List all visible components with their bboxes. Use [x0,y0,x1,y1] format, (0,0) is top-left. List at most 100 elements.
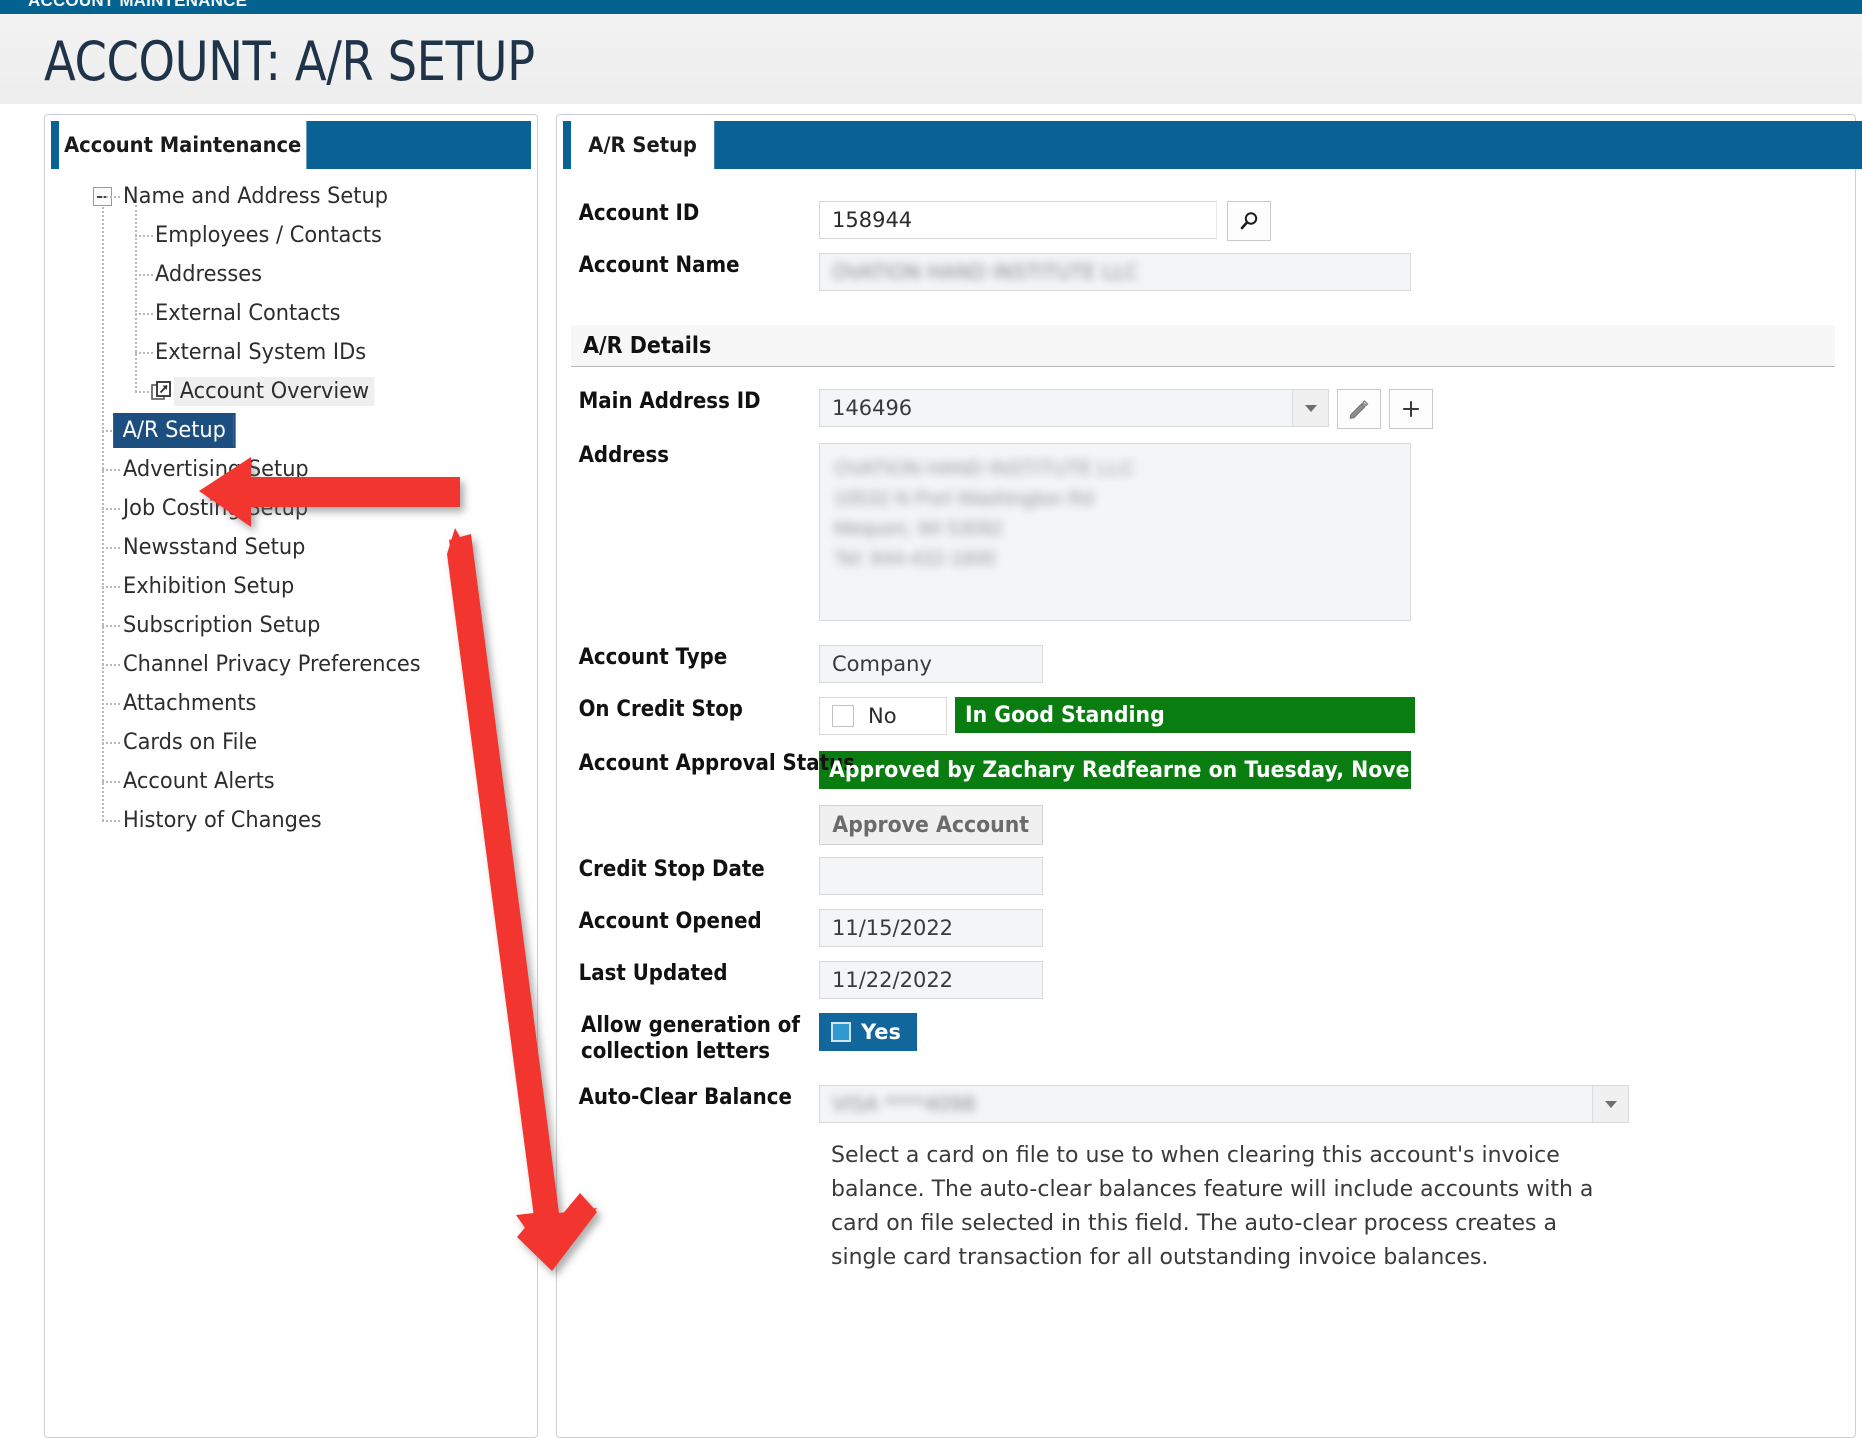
tree-guide-stub [102,625,120,627]
auto-clear-balance-label: Auto-Clear Balance [578,1085,792,1110]
edit-address-button[interactable] [1337,389,1381,429]
checkbox-icon [832,705,854,727]
account-name-row: Account Name OVATION HAND INSTITUTE LLC [557,253,1411,291]
app-top-bar-text: ACCOUNT MAINTENANCE [28,0,248,10]
account-approval-status-badge: Approved by Zachary Redfearne on Tuesday… [819,751,1411,789]
approve-account-button[interactable]: Approve Account [819,805,1043,845]
sidebar-item-label: A/R Setup [113,413,236,448]
add-address-button[interactable] [1389,389,1433,429]
sidebar-item-subscription-setup[interactable]: Subscription Setup [45,606,537,645]
allow-collection-letters-label-line2: collection letters [581,1039,771,1064]
external-link-icon [151,381,173,401]
account-approval-status-row: Account Approval Status Approved by Zach… [557,751,1411,789]
sidebar-item-exhibition-setup[interactable]: Exhibition Setup [45,567,537,606]
sidebar-item-label: Employees / Contacts [155,223,382,248]
sidebar-item-label: Cards on File [123,730,258,755]
address-label: Address [578,443,670,468]
last-updated-row: Last Updated 11/22/2022 [557,961,1043,999]
auto-clear-balance-help-text: Select a card on file to use to when cle… [831,1143,1594,1270]
sidebar-item-newsstand-setup[interactable]: Newsstand Setup [45,528,537,567]
tab-ar-setup[interactable]: A/R Setup [571,121,715,169]
account-type-input: Company [819,645,1043,683]
sidebar-item-label: Newsstand Setup [123,535,306,560]
sidebar-item-label: External Contacts [155,301,341,326]
left-panel-tabstrip: Account Maintenance [51,121,531,169]
account-type-label: Account Type [578,645,728,670]
on-credit-stop-row: On Credit Stop No In Good Standing [557,697,1415,735]
allow-collection-letters-label: Allow generation of collection letters [557,1013,819,1065]
account-id-input[interactable]: 158944 [819,201,1217,239]
search-icon [1240,212,1258,230]
address-row: Address OVATION HAND INSTITUTE LLC 10532 … [557,443,1411,621]
sidebar-item-label: Advertising Setup [123,457,309,482]
auto-clear-balance-row: Auto-Clear Balance VISA ****4098 [557,1085,1629,1123]
tree-guide-stub [102,469,120,471]
tree-guide-stub [102,586,120,588]
sidebar-item-job-costing-setup[interactable]: Job Costing Setup [45,489,537,528]
ar-setup-panel: A/R Setup Account ID 158944 Account Name… [556,114,1862,1438]
sidebar-item-label: Attachments [123,691,257,716]
account-maintenance-tree: Name and Address Setup Employees / Contac… [45,177,537,840]
ar-details-section-title: A/R Details [583,332,712,359]
sidebar-item-a-r-setup[interactable]: A/R Setup [45,411,537,450]
plus-icon [1403,401,1419,417]
sidebar-item-name-and-address-setup[interactable]: Name and Address Setup [45,177,537,216]
sidebar-item-label: External System IDs [155,340,367,365]
address-line: Tel: 844-432-1600 [834,548,996,570]
on-credit-stop-checkbox[interactable]: No [819,697,947,735]
tree-guide-stub [135,313,153,315]
sidebar-item-cards-on-file[interactable]: Cards on File [45,723,537,762]
main-address-id-label: Main Address ID [578,389,761,414]
address-line: 10532 N Port Washington Rd [834,488,1094,510]
app-top-bar: ACCOUNT MAINTENANCE [0,0,1862,14]
sidebar-item-history-of-changes[interactable]: History of Changes [45,801,537,840]
credit-stop-date-label: Credit Stop Date [578,857,765,882]
tree-guide-stub [135,352,153,354]
credit-stop-date-input[interactable] [819,857,1043,895]
allow-collection-letters-toggle[interactable]: Yes [819,1013,917,1051]
main-address-id-row: Main Address ID 146496 [557,389,1433,429]
account-id-row: Account ID 158944 [557,201,1271,241]
account-type-row: Account Type Company [557,645,1043,683]
page-header: ACCOUNT: A/R SETUP [0,14,1862,104]
tree-guide-stub [102,196,120,198]
address-textarea[interactable]: OVATION HAND INSTITUTE LLC 10532 N Port W… [819,443,1411,621]
sidebar-item-addresses[interactable]: Addresses [45,255,537,294]
address-lines: OVATION HAND INSTITUTE LLC 10532 N Port W… [834,454,1396,574]
account-name-input: OVATION HAND INSTITUTE LLC [819,253,1411,291]
sidebar-item-external-contacts[interactable]: External Contacts [45,294,537,333]
sidebar-item-label: Addresses [155,262,262,287]
sidebar-item-external-system-ids[interactable]: External System IDs [45,333,537,372]
allow-collection-letters-row: Allow generation of collection letters Y… [557,1013,917,1065]
auto-clear-balance-select[interactable]: VISA ****4098 [819,1085,1629,1123]
sidebar-item-label: Account Overview [174,377,375,406]
sidebar-item-label: Name and Address Setup [123,184,388,209]
sidebar-item-account-overview[interactable]: Account Overview [45,372,537,411]
account-search-button[interactable] [1227,201,1271,241]
sidebar-item-label: Job Costing Setup [123,496,309,521]
main-address-id-select[interactable]: 146496 [819,389,1329,427]
last-updated-label: Last Updated [578,961,728,986]
sidebar-item-label: Account Alerts [123,769,275,794]
on-credit-stop-value: No [868,704,897,728]
sidebar-item-label: Subscription Setup [123,613,321,638]
sidebar-item-employees-contacts[interactable]: Employees / Contacts [45,216,537,255]
sidebar-item-channel-privacy-preferences[interactable]: Channel Privacy Preferences [45,645,537,684]
page-title: ACCOUNT: A/R SETUP [44,30,535,93]
checkbox-checked-icon [831,1022,851,1042]
sidebar-item-account-alerts[interactable]: Account Alerts [45,762,537,801]
tree-guide-stub [102,820,120,822]
credit-stop-date-row: Credit Stop Date [557,857,1043,895]
sidebar-item-label: History of Changes [123,808,322,833]
tree-guide-stub [135,274,153,276]
sidebar-item-advertising-setup[interactable]: Advertising Setup [45,450,537,489]
chevron-down-icon[interactable] [1292,390,1328,426]
chevron-down-icon[interactable] [1592,1086,1628,1122]
tree-guide-stub [102,547,120,549]
account-opened-label: Account Opened [578,909,762,934]
allow-collection-letters-label-line1: Allow generation of [581,1013,801,1038]
sidebar-item-attachments[interactable]: Attachments [45,684,537,723]
auto-clear-balance-value: VISA ****4098 [832,1092,976,1116]
ar-details-section-header: A/R Details [571,325,1835,367]
tab-account-maintenance[interactable]: Account Maintenance [59,121,307,169]
